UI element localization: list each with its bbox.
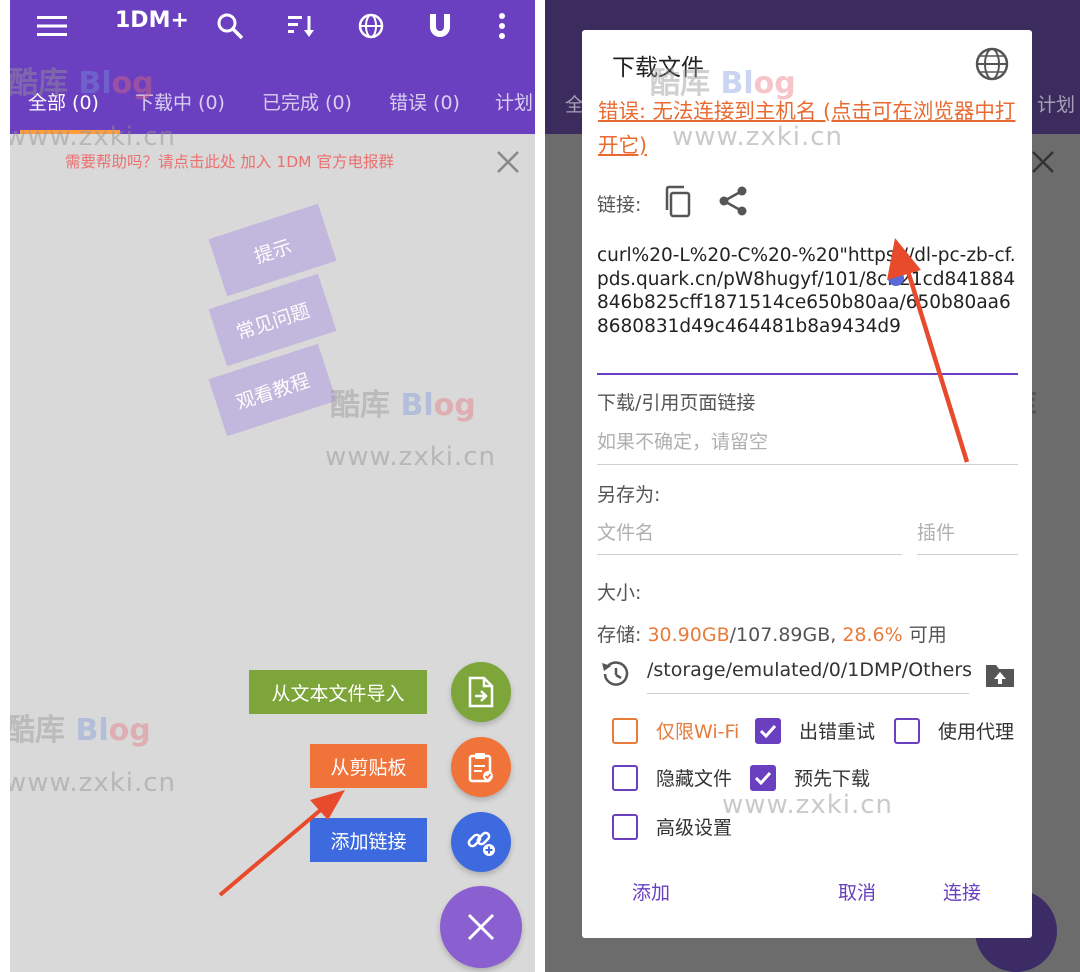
- referer-label: 下载/引用页面链接: [597, 392, 756, 414]
- globe-icon[interactable]: [974, 46, 1010, 82]
- checkbox-box: [612, 813, 638, 840]
- globe-icon[interactable]: [351, 6, 391, 46]
- checkbox-box: [750, 764, 776, 791]
- watermark-url: www.zxki.cn: [325, 442, 497, 472]
- share-icon[interactable]: [717, 185, 749, 217]
- use-proxy-checkbox[interactable]: 使用代理: [894, 717, 1014, 744]
- watermark-url: www.zxki.cn: [10, 768, 177, 798]
- watermark-url: www.zxki.cn: [722, 790, 894, 820]
- connect-button[interactable]: 连接: [943, 878, 981, 905]
- app-bar: 1DM+ 全部 (0) 下载中 (0) 已完成 (0) 错误 (0) 计划: [10, 0, 535, 134]
- error-link[interactable]: 错误: 无法连接到主机名 (点击可在浏览器中打开它): [598, 94, 1023, 162]
- hidden-file-checkbox[interactable]: 隐藏文件: [612, 764, 732, 791]
- link-label: 链接:: [597, 194, 642, 216]
- sort-icon[interactable]: [281, 6, 321, 46]
- watermark: 酷库 Blog: [10, 713, 151, 748]
- cancel-button[interactable]: 取消: [838, 878, 876, 905]
- help-banner[interactable]: 需要帮助吗？请点击此处 加入 1DM 官方电报群: [65, 150, 394, 172]
- right-screen: 全 计划 酷库 下载文件 错误: 无法连接到主机名 (点击可在浏览器中打开它) …: [545, 0, 1080, 972]
- close-fab-icon[interactable]: [440, 886, 522, 968]
- pre-download-checkbox[interactable]: 预先下载: [750, 764, 870, 791]
- magnet-icon[interactable]: [420, 6, 460, 46]
- tab-bar: 全部 (0) 下载中 (0) 已完成 (0) 错误 (0) 计划: [10, 82, 535, 122]
- plugin-input[interactable]: 插件: [917, 518, 955, 545]
- copy-icon[interactable]: [662, 185, 694, 219]
- download-dialog: 下载文件 错误: 无法连接到主机名 (点击可在浏览器中打开它) 链接: curl…: [582, 30, 1032, 938]
- clipboard-button[interactable]: 从剪贴板: [310, 744, 427, 788]
- import-text-file-button[interactable]: 从文本文件导入: [249, 670, 427, 714]
- tab-downloading[interactable]: 下载中 (0): [135, 88, 225, 115]
- add-link-button[interactable]: 添加链接: [310, 818, 427, 862]
- plugin-underline: [917, 554, 1018, 555]
- tab-completed[interactable]: 已完成 (0): [262, 88, 352, 115]
- clipboard-icon[interactable]: [451, 737, 511, 797]
- folder-upload-icon[interactable]: [984, 661, 1016, 689]
- save-as-label: 另存为:: [597, 484, 661, 506]
- referer-input[interactable]: 如果不确定，请留空: [597, 427, 768, 454]
- filename-input[interactable]: 文件名: [597, 518, 654, 545]
- watermark: 酷库 Blog: [330, 388, 476, 423]
- tab-all[interactable]: 全部 (0): [28, 88, 99, 115]
- url-underline: [597, 373, 1018, 375]
- checkbox-box: [894, 717, 920, 744]
- import-file-icon[interactable]: [451, 662, 511, 722]
- path-input[interactable]: /storage/emulated/0/1DMP/Others: [647, 659, 972, 681]
- checkbox-box: [755, 717, 781, 744]
- add-link-icon[interactable]: [451, 812, 511, 872]
- dialog-title: 下载文件: [612, 55, 704, 81]
- tab-scheduled[interactable]: 计划: [495, 88, 533, 115]
- wifi-only-checkbox[interactable]: 仅限Wi-Fi: [612, 717, 739, 744]
- close-icon[interactable]: [496, 150, 520, 174]
- tab-fragment-right: 计划: [1037, 94, 1076, 116]
- checkbox-box: [612, 764, 638, 791]
- close-icon: [1032, 151, 1054, 173]
- path-underline: [647, 693, 969, 694]
- checkbox-box: [612, 717, 638, 744]
- text-cursor-handle[interactable]: [888, 270, 904, 286]
- more-vert-icon[interactable]: [482, 6, 522, 46]
- advanced-settings-checkbox[interactable]: 高级设置: [612, 813, 732, 840]
- left-screen: 1DM+ 全部 (0) 下载中 (0) 已完成 (0) 错误 (0) 计划 需要…: [10, 0, 535, 972]
- size-label: 大小:: [597, 582, 642, 604]
- storage-info: 存储: 30.90GB/107.89GB, 28.6% 可用: [597, 624, 947, 646]
- menu-icon[interactable]: [32, 6, 72, 46]
- search-icon[interactable]: [210, 6, 250, 46]
- referer-underline: [597, 464, 1018, 465]
- filename-underline: [597, 554, 902, 555]
- add-button[interactable]: 添加: [632, 878, 670, 905]
- url-input[interactable]: curl%20-L%20-C%20-%20"https://dl-pc-zb-c…: [597, 244, 1022, 338]
- app-title: 1DM+: [115, 8, 189, 33]
- tab-error[interactable]: 错误 (0): [389, 88, 460, 115]
- history-icon[interactable]: [599, 658, 631, 690]
- retry-on-error-checkbox[interactable]: 出错重试: [755, 717, 875, 744]
- tab-indicator: [20, 130, 120, 134]
